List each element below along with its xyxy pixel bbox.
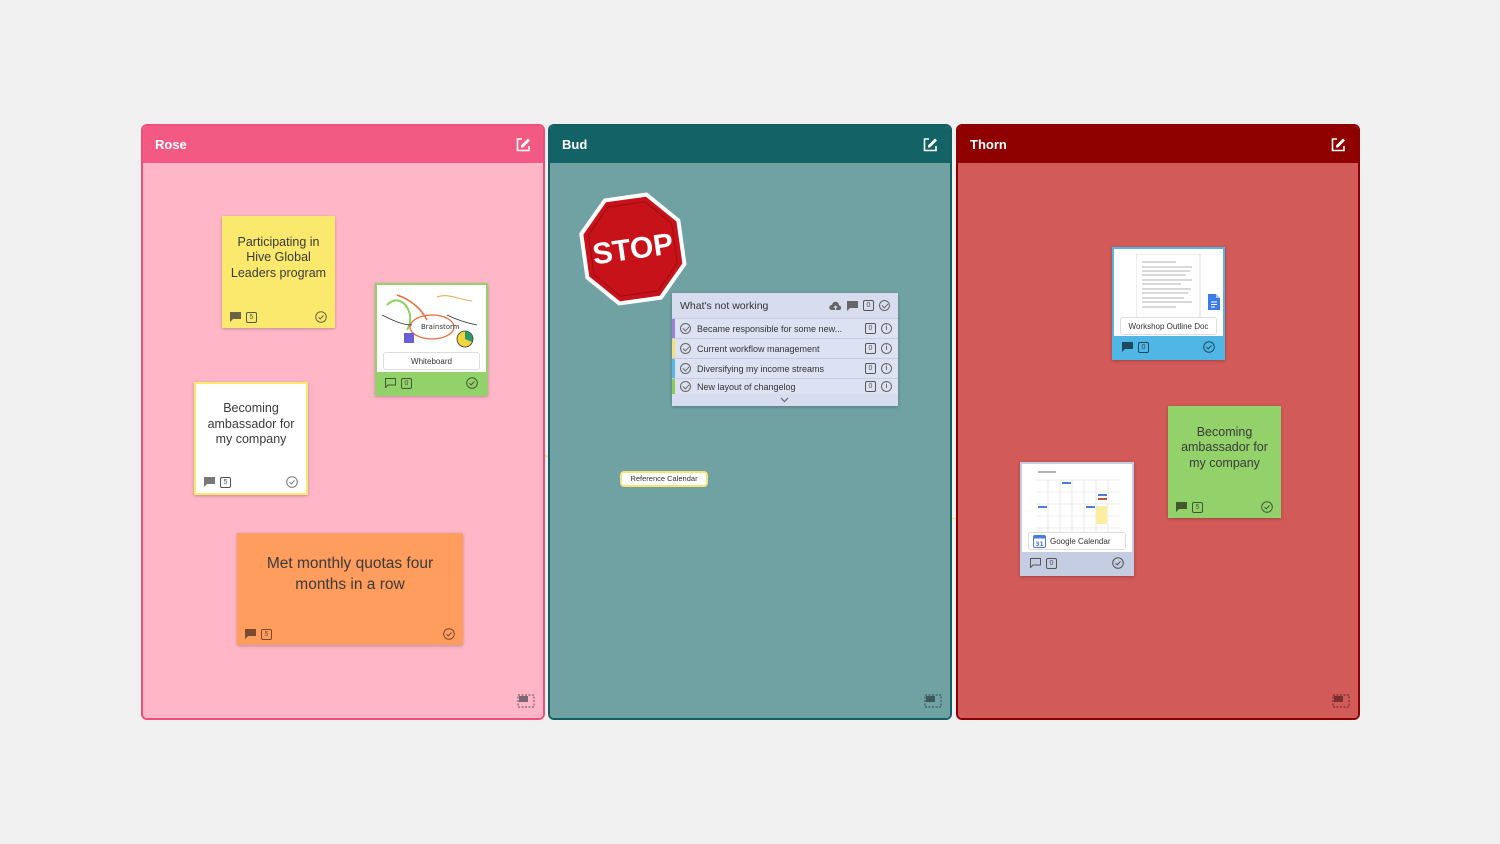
column-header-thorn: Thorn: [958, 126, 1358, 163]
check-circle-icon[interactable]: [680, 343, 691, 354]
check-circle-icon[interactable]: [1203, 341, 1215, 353]
google-calendar-icon: 31: [1033, 534, 1046, 548]
info-icon[interactable]: i: [881, 363, 892, 374]
comment-icon[interactable]: [1030, 558, 1041, 568]
list-item-color-bar: [672, 359, 675, 378]
column-title-thorn: Thorn: [970, 137, 1007, 152]
card-footer: 5: [237, 623, 463, 645]
edit-icon[interactable]: [515, 137, 531, 153]
list-item-text: Current workflow management: [697, 343, 820, 354]
list-title: What's not working: [680, 299, 769, 312]
list-rows: Became responsible for some new... 0i Cu…: [672, 318, 898, 394]
column-title-rose: Rose: [155, 137, 187, 152]
chevron-down-icon[interactable]: [780, 397, 789, 403]
comment-icon[interactable]: [1176, 502, 1187, 512]
list-header: What's not working 0: [672, 293, 898, 318]
sticky-text: Becoming ambassador for my company: [207, 401, 295, 447]
card-footer: 5: [1168, 496, 1281, 518]
info-icon[interactable]: i: [881, 381, 892, 392]
whiteboard-center-word: Brainstorm: [421, 323, 460, 331]
sticky-text: Becoming ambassador for my company: [1181, 424, 1268, 470]
check-circle-icon[interactable]: [286, 476, 298, 488]
whiteboard-card[interactable]: Brainstorm Whiteboard 0: [375, 283, 488, 396]
cloud-upload-icon[interactable]: [829, 301, 842, 311]
count-badge: 5: [1192, 501, 1203, 513]
calendar-icon-number: 31: [1035, 541, 1043, 548]
google-docs-icon: [1208, 294, 1220, 310]
edit-icon[interactable]: [1330, 137, 1346, 153]
column-header-bud: Bud: [550, 126, 950, 163]
list-item[interactable]: Diversifying my income streams 0i: [672, 358, 898, 378]
frame-icon[interactable]: [517, 694, 535, 708]
doc-label: Workshop Outline Doc: [1120, 317, 1217, 335]
count-badge: 0: [401, 377, 412, 389]
card-footer: 0: [1022, 552, 1132, 574]
frame-icon[interactable]: [1332, 694, 1350, 708]
check-circle-icon[interactable]: [466, 377, 478, 389]
frame-icon[interactable]: [924, 694, 942, 708]
check-circle-icon[interactable]: [680, 363, 691, 374]
comment-icon[interactable]: [204, 477, 215, 487]
calendar-card[interactable]: 31 Google Calendar 0: [1020, 462, 1134, 576]
whiteboard-label: Whiteboard: [383, 352, 480, 370]
sticky-note-ambassador[interactable]: Becoming ambassador for my company 5: [194, 382, 308, 495]
card-footer: 0: [1114, 336, 1223, 358]
count-badge: 0: [863, 300, 874, 311]
sticky-text: Met monthly quotas four months in a row: [266, 555, 434, 593]
check-circle-icon[interactable]: [443, 628, 455, 640]
comment-icon[interactable]: [230, 312, 241, 322]
sticky-note-quotas[interactable]: Met monthly quotas four months in a row …: [237, 533, 463, 645]
comment-icon[interactable]: [1122, 342, 1133, 352]
calendar-label-text: Google Calendar: [1050, 536, 1111, 546]
sticky-note-hive[interactable]: Participating in Hive Global Leaders pro…: [222, 216, 335, 328]
list-item-color-bar: [672, 379, 675, 394]
doc-thumbnail: [1136, 254, 1201, 318]
card-footer: 5: [196, 471, 306, 493]
list-item-text: Diversifying my income streams: [697, 363, 825, 374]
comment-icon[interactable]: [245, 629, 256, 639]
check-circle-icon[interactable]: [1261, 501, 1273, 513]
card-footer: 0: [377, 372, 486, 394]
count-badge: 0: [1138, 341, 1149, 353]
check-circle-icon[interactable]: [680, 323, 691, 334]
column-title-bud: Bud: [562, 137, 588, 152]
edit-icon[interactable]: [922, 137, 938, 153]
card-footer: 5: [222, 306, 335, 328]
doc-card[interactable]: Workshop Outline Doc 0: [1112, 247, 1225, 360]
sticky-note-ambassador-thorn[interactable]: Becoming ambassador for my company 5: [1168, 406, 1281, 518]
list-item-text: Became responsible for some new...: [697, 323, 843, 334]
check-circle-icon[interactable]: [315, 311, 327, 323]
list-card[interactable]: What's not working 0 Became responsible …: [672, 293, 898, 406]
calendar-label: 31 Google Calendar: [1028, 532, 1126, 550]
info-icon[interactable]: i: [881, 323, 892, 334]
list-item-color-bar: [672, 339, 675, 358]
calendar-thumbnail: [1036, 468, 1120, 532]
column-thorn: Thorn: [956, 124, 1360, 720]
list-item[interactable]: Became responsible for some new... 0i: [672, 318, 898, 338]
list-item-text: New layout of changelog: [697, 381, 796, 392]
sticky-text: Participating in Hive Global Leaders pro…: [230, 234, 327, 280]
list-header-icons: 0: [829, 300, 890, 311]
comment-icon[interactable]: [385, 378, 396, 388]
count-badge: 0: [1046, 557, 1057, 569]
info-icon[interactable]: i: [881, 343, 892, 354]
count-badge: 5: [246, 311, 257, 323]
whiteboard-thumbnail: Brainstorm: [381, 294, 478, 348]
column-header-rose: Rose: [143, 126, 543, 163]
check-circle-icon[interactable]: [1112, 557, 1124, 569]
list-item-color-bar: [672, 319, 675, 338]
count-badge: 0: [865, 323, 876, 334]
count-badge: 0: [865, 343, 876, 354]
count-badge: 0: [865, 381, 876, 392]
count-badge: 0: [865, 363, 876, 374]
check-circle-icon[interactable]: [879, 300, 890, 311]
count-badge: 5: [220, 476, 231, 488]
connector-label[interactable]: Reference Calendar: [620, 471, 708, 487]
list-item[interactable]: New layout of changelog 0i: [672, 378, 898, 394]
list-item[interactable]: Current workflow management 0i: [672, 338, 898, 358]
check-circle-icon[interactable]: [680, 381, 691, 392]
comment-icon[interactable]: [847, 300, 858, 311]
count-badge: 5: [261, 628, 272, 640]
